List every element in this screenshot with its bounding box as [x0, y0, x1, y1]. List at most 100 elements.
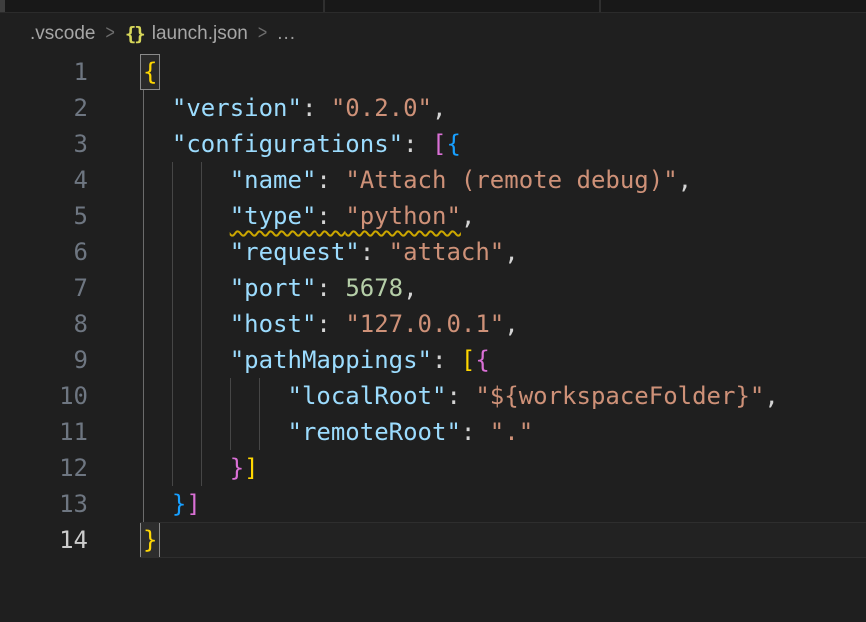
code-token	[143, 346, 230, 374]
indent-guide-active	[143, 342, 144, 378]
current-line-highlight	[140, 522, 866, 558]
line-number: 2	[0, 90, 88, 126]
code-token: [	[432, 130, 446, 158]
code-token	[143, 238, 230, 266]
code-token: ,	[504, 310, 518, 338]
indent-guide-active	[143, 486, 144, 522]
line-number: 10	[0, 378, 88, 414]
code-token: "127.0.0.1"	[345, 310, 504, 338]
code-content[interactable]: "request": "attach",	[88, 234, 866, 270]
code-token: "localRoot"	[288, 382, 447, 410]
code-token: :	[316, 310, 345, 338]
tab-separator	[323, 0, 325, 12]
code-content[interactable]: }	[88, 522, 866, 558]
indent-guide	[172, 162, 173, 198]
code-token	[143, 310, 230, 338]
code-line: 3 "configurations": [{	[0, 126, 866, 162]
code-token: "${workspaceFolder}"	[475, 382, 764, 410]
indent-guide	[201, 306, 202, 342]
indent-guide-active	[143, 90, 144, 126]
line-number: 8	[0, 306, 88, 342]
code-content[interactable]: "remoteRoot": "."	[88, 414, 866, 450]
indent-guide	[259, 378, 260, 414]
code-token: ,	[504, 238, 518, 266]
code-token: "version"	[172, 94, 302, 122]
code-token: ]	[244, 454, 258, 482]
bracket-match-box: {	[140, 54, 160, 90]
indent-guide-active	[143, 234, 144, 270]
indent-guide-active	[143, 378, 144, 414]
chevron-right-icon: >	[105, 22, 114, 45]
code-content[interactable]: "port": 5678,	[88, 270, 866, 306]
code-content[interactable]: {	[88, 54, 866, 90]
code-line: 7 "port": 5678,	[0, 270, 866, 306]
code-content[interactable]: "configurations": [{	[88, 126, 866, 162]
line-number: 9	[0, 342, 88, 378]
code-token: :	[360, 238, 389, 266]
code-content[interactable]: }]	[88, 450, 866, 486]
code-token	[143, 454, 230, 482]
code-token: ,	[461, 202, 475, 230]
line-number: 4	[0, 162, 88, 198]
line-number: 12	[0, 450, 88, 486]
code-token: :	[316, 202, 345, 230]
code-content[interactable]: "pathMappings": [{	[88, 342, 866, 378]
breadcrumb-item-folder[interactable]: .vscode	[30, 23, 95, 45]
indent-guide	[201, 162, 202, 198]
line-number: 7	[0, 270, 88, 306]
code-token: "python"	[345, 202, 461, 230]
code-token: ,	[403, 274, 417, 302]
code-content[interactable]: "host": "127.0.0.1",	[88, 306, 866, 342]
indent-guide	[201, 270, 202, 306]
code-token	[143, 418, 288, 446]
line-number: 14	[0, 522, 88, 558]
line-number: 1	[0, 54, 88, 90]
indent-guide	[172, 378, 173, 414]
indent-guide	[172, 198, 173, 234]
code-line: 8 "host": "127.0.0.1",	[0, 306, 866, 342]
code-token: "Attach (remote debug)"	[345, 166, 677, 194]
code-token: {	[446, 130, 460, 158]
code-token	[143, 94, 172, 122]
code-content[interactable]: }]	[88, 486, 866, 522]
indent-guide-active	[143, 270, 144, 306]
breadcrumb-item-file[interactable]: launch.json	[152, 23, 248, 45]
indent-guide	[201, 342, 202, 378]
code-token	[143, 382, 288, 410]
indent-guide	[201, 198, 202, 234]
code-line: 9 "pathMappings": [{	[0, 342, 866, 378]
indent-guide	[259, 414, 260, 450]
code-token: ,	[678, 166, 692, 194]
code-line: 4 "name": "Attach (remote debug)",	[0, 162, 866, 198]
chevron-right-icon: >	[258, 22, 267, 45]
code-token: ,	[764, 382, 778, 410]
code-line: 6 "request": "attach",	[0, 234, 866, 270]
code-content[interactable]: "localRoot": "${workspaceFolder}",	[88, 378, 866, 414]
code-content[interactable]: "version": "0.2.0",	[88, 90, 866, 126]
code-token: "host"	[230, 310, 317, 338]
code-token: "request"	[230, 238, 360, 266]
window-edge-notch	[0, 0, 5, 12]
code-token	[143, 166, 230, 194]
code-line: 1{	[0, 54, 866, 90]
code-content[interactable]: "type": "python",	[88, 198, 866, 234]
tab-strip	[0, 0, 866, 13]
editor-area[interactable]: 1{2 "version": "0.2.0",3 "configurations…	[0, 54, 866, 558]
code-token: "remoteRoot"	[288, 418, 461, 446]
code-token: :	[446, 382, 475, 410]
indent-guide	[172, 414, 173, 450]
code-token	[143, 274, 230, 302]
bracket-match-box: }	[140, 522, 160, 558]
code-line: 10 "localRoot": "${workspaceFolder}",	[0, 378, 866, 414]
indent-guide-active	[143, 162, 144, 198]
code-token: "configurations"	[172, 130, 403, 158]
indent-guide-active	[143, 126, 144, 162]
code-token: :	[316, 166, 345, 194]
code-token: ]	[186, 490, 200, 518]
breadcrumb-symbol-ellipsis[interactable]: ...	[277, 23, 296, 45]
code-token: }	[172, 490, 186, 518]
code-token: "attach"	[389, 238, 505, 266]
code-token: 5678	[345, 274, 403, 302]
code-content[interactable]: "name": "Attach (remote debug)",	[88, 162, 866, 198]
vscode-window: .vscode > {} launch.json > ... 1{2 "vers…	[0, 0, 866, 622]
